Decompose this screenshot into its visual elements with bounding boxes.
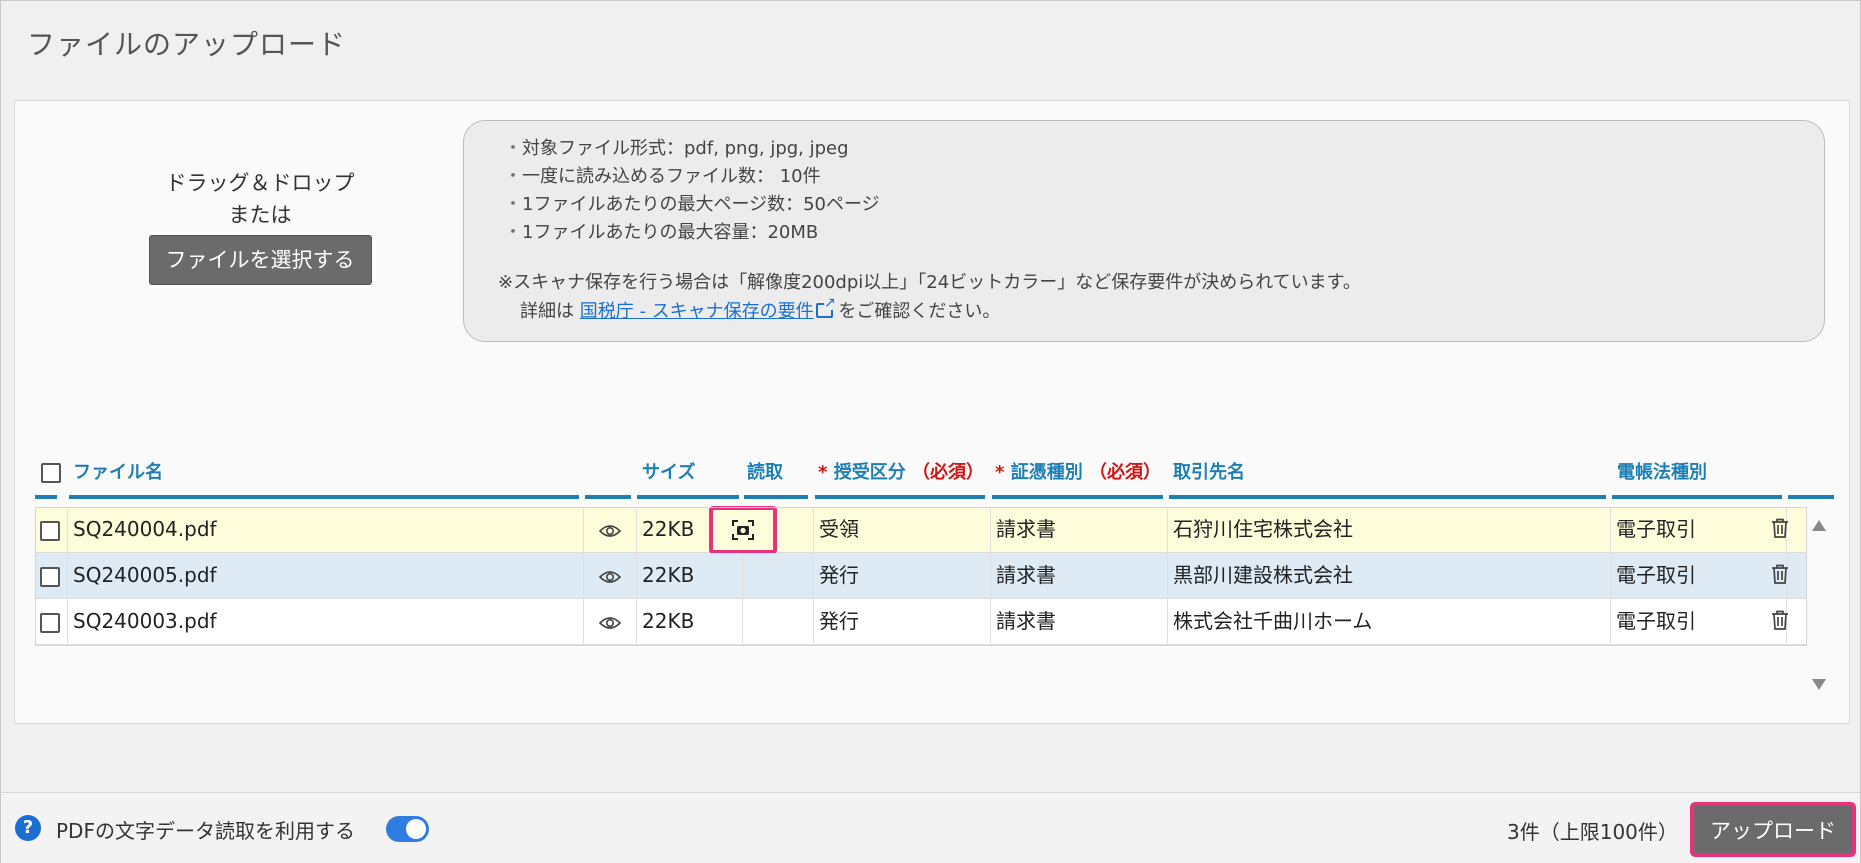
select-file-button[interactable]: ファイルを選択する xyxy=(148,235,372,285)
detail-line: 詳細は 国税庁 - スキャナ保存の要件 をご確認ください。 xyxy=(520,296,1824,326)
delete-cell xyxy=(1787,507,1807,553)
requirement-item: 1ファイルあたりの最大容量：20MB xyxy=(504,219,1824,247)
delete-cell xyxy=(1787,599,1807,645)
row-checkbox[interactable] xyxy=(40,520,60,541)
pdf-text-toggle[interactable] xyxy=(386,816,429,842)
doc-type-cell[interactable]: 請求書 xyxy=(991,507,1168,553)
preview-cell xyxy=(584,553,637,599)
detail-prefix: 詳細は xyxy=(520,301,574,322)
row-checkbox-cell xyxy=(35,599,68,645)
table-row[interactable]: SQ240004.pdf 22KB 受領 請求書 石狩川住宅株式会社 電子取引 xyxy=(35,506,1807,554)
trash-icon[interactable] xyxy=(1771,518,1789,538)
select-all-checkbox[interactable] xyxy=(41,463,61,483)
row-checkbox-cell xyxy=(35,507,68,553)
dropzone-text: ドラッグ＆ドロップ xyxy=(165,171,355,195)
external-link-icon xyxy=(815,296,836,318)
header-scan: 読取 xyxy=(744,452,808,499)
footer-bar: ? PDFの文字データ読取を利用する 3件（上限100件） アップロード xyxy=(1,792,1860,863)
upload-button[interactable]: アップロード xyxy=(1690,802,1856,857)
file-table-body: SQ240004.pdf 22KB 受領 請求書 石狩川住宅株式会社 電子取引 … xyxy=(35,506,1807,645)
doc-type-cell[interactable]: 請求書 xyxy=(991,553,1168,599)
header-filename[interactable]: ファイル名 xyxy=(69,452,579,499)
header-law-type[interactable]: 電帳法種別 xyxy=(1612,452,1782,499)
header-direction[interactable]: * 授受区分 （必須） xyxy=(815,452,985,499)
scroll-up-arrow-icon[interactable] xyxy=(1812,520,1826,531)
direction-cell[interactable]: 受領 xyxy=(814,507,991,553)
pdf-text-option-label: PDFの文字データ読取を利用する xyxy=(56,819,355,843)
direction-cell[interactable]: 発行 xyxy=(814,599,991,645)
partner-cell[interactable]: 黒部川建設株式会社 xyxy=(1168,553,1611,599)
table-row[interactable]: SQ240005.pdf 22KB 発行 請求書 黒部川建設株式会社 電子取引 xyxy=(35,553,1807,599)
dropzone[interactable]: ドラッグ＆ドロップ または ファイルを選択する xyxy=(115,167,405,285)
dropzone-or: または xyxy=(228,203,292,227)
row-checkbox[interactable] xyxy=(40,612,60,633)
direction-cell[interactable]: 発行 xyxy=(814,553,991,599)
select-all-cell xyxy=(35,452,61,499)
scan-cell xyxy=(743,553,814,599)
size-cell: 22KB xyxy=(637,599,743,645)
requirement-item: 一度に読み込めるファイル数： 10件 xyxy=(504,163,1824,191)
row-checkbox[interactable] xyxy=(40,566,60,587)
header-doc-type[interactable]: * 証憑種別 （必須） xyxy=(992,452,1163,499)
partner-cell[interactable]: 株式会社千曲川ホーム xyxy=(1168,599,1611,645)
filename-cell: SQ240003.pdf xyxy=(68,599,584,645)
scan-cell xyxy=(743,599,814,645)
law-type-cell[interactable]: 電子取引 xyxy=(1611,507,1787,553)
header-actions xyxy=(1788,452,1834,499)
filename-cell: SQ240004.pdf xyxy=(68,507,584,553)
scan-icon xyxy=(732,520,754,540)
preview-cell xyxy=(584,507,637,553)
row-checkbox-cell xyxy=(35,553,68,599)
eye-icon[interactable] xyxy=(599,616,621,630)
law-type-cell[interactable]: 電子取引 xyxy=(1611,599,1787,645)
header-size[interactable]: サイズ xyxy=(637,452,739,499)
eye-icon[interactable] xyxy=(599,570,621,584)
trash-icon[interactable] xyxy=(1771,564,1789,584)
partner-cell[interactable]: 石狩川住宅株式会社 xyxy=(1168,507,1611,553)
detail-suffix: をご確認ください。 xyxy=(838,301,1001,322)
trash-icon[interactable] xyxy=(1771,610,1789,630)
header-partner[interactable]: 取引先名 xyxy=(1169,452,1606,499)
header-preview xyxy=(585,452,631,499)
filename-cell: SQ240005.pdf xyxy=(68,553,584,599)
page-title: ファイルのアップロード xyxy=(27,28,347,61)
eye-icon[interactable] xyxy=(599,524,621,538)
file-table-header: ファイル名 サイズ 読取 * 授受区分 （必須） * 証憑種別 （必須） 取引先… xyxy=(35,452,1834,499)
scan-button[interactable] xyxy=(709,506,777,554)
upload-requirements-box: 対象ファイル形式：pdf, png, jpg, jpeg 一度に読み込めるファイ… xyxy=(463,120,1825,342)
nta-scanner-requirements-link[interactable]: 国税庁 - スキャナ保存の要件 xyxy=(580,296,836,322)
size-cell: 22KB xyxy=(637,553,743,599)
requirement-item: 対象ファイル形式：pdf, png, jpg, jpeg xyxy=(504,135,1824,163)
requirement-item: 1ファイルあたりの最大ページ数：50ページ xyxy=(504,191,1824,219)
delete-cell xyxy=(1787,553,1807,599)
file-count: 3件（上限100件） xyxy=(1507,820,1678,844)
help-icon[interactable]: ? xyxy=(15,815,41,841)
scroll-down-arrow-icon[interactable] xyxy=(1812,679,1826,690)
doc-type-cell[interactable]: 請求書 xyxy=(991,599,1168,645)
scanner-note: ※スキャナ保存を行う場合は「解像度200dpi以上」「24ビットカラー」など保存… xyxy=(498,272,1361,293)
law-type-cell[interactable]: 電子取引 xyxy=(1611,553,1787,599)
preview-cell xyxy=(584,599,637,645)
table-row[interactable]: SQ240003.pdf 22KB 発行 請求書 株式会社千曲川ホーム 電子取引 xyxy=(35,599,1807,645)
